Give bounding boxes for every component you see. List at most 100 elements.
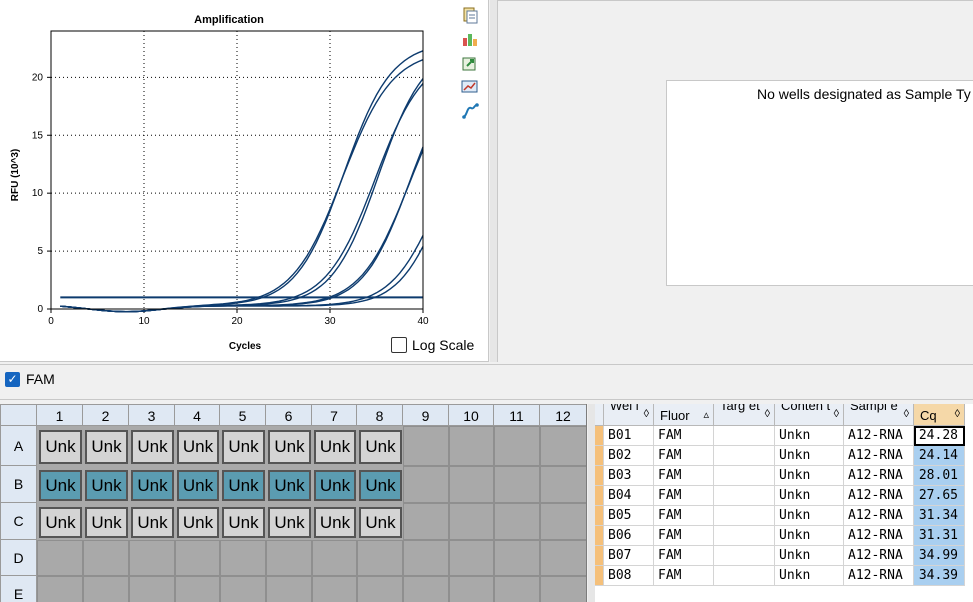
plate-column-header[interactable]: 1	[37, 404, 83, 426]
cell-fluor[interactable]: FAM	[654, 426, 714, 446]
cell-sample[interactable]: A12-RNA	[844, 466, 914, 486]
plate-well[interactable]: Unk	[131, 430, 174, 464]
cell-cq[interactable]: 34.39	[914, 566, 965, 586]
cell-target[interactable]	[714, 466, 775, 486]
cell-fluor[interactable]: FAM	[654, 546, 714, 566]
plate-column-header[interactable]: 11	[494, 404, 540, 426]
cell-content[interactable]: Unkn	[775, 506, 844, 526]
cell-target[interactable]	[714, 566, 775, 586]
plate-well[interactable]: Unk	[268, 470, 311, 501]
log-scale-box[interactable]	[391, 337, 407, 353]
cell-cq[interactable]: 24.28	[914, 426, 965, 446]
plate-well[interactable]	[540, 503, 586, 540]
plate-column-header[interactable]: 8	[357, 404, 403, 426]
cell-fluor[interactable]: FAM	[654, 526, 714, 546]
column-header-target[interactable]: Targ et ◊	[714, 404, 775, 426]
column-header-sample[interactable]: Sampl e ◊	[844, 404, 914, 426]
cell-content[interactable]: Unkn	[775, 426, 844, 446]
cell-content[interactable]: Unkn	[775, 446, 844, 466]
cell-sample[interactable]: A12-RNA	[844, 426, 914, 446]
plate-column-header[interactable]: 10	[449, 404, 494, 426]
plate-well[interactable]: Unk	[314, 507, 356, 538]
cell-fluor[interactable]: FAM	[654, 446, 714, 466]
plate-row-header[interactable]: C	[0, 503, 37, 540]
cell-fluor[interactable]: FAM	[654, 506, 714, 526]
cell-fluor[interactable]: FAM	[654, 466, 714, 486]
plate-well[interactable]: Unk	[177, 430, 219, 464]
plate-well[interactable]	[266, 576, 312, 602]
plate-well[interactable]	[494, 540, 540, 576]
cell-content[interactable]: Unkn	[775, 466, 844, 486]
plate-well[interactable]: Unk	[85, 430, 128, 464]
trace-icon[interactable]	[461, 102, 479, 120]
plate-row-header[interactable]: B	[0, 466, 37, 503]
plate-well[interactable]	[129, 540, 175, 576]
cell-well[interactable]: B01	[604, 426, 654, 446]
plate-well[interactable]	[449, 540, 494, 576]
plate-row-header[interactable]: E	[0, 576, 37, 602]
plate-well[interactable]: Unk	[177, 507, 219, 538]
plate-well[interactable]	[403, 426, 449, 466]
plate-corner[interactable]	[0, 404, 37, 426]
plate-column-header[interactable]: 12	[540, 404, 586, 426]
cell-target[interactable]	[714, 486, 775, 506]
plate-well[interactable]	[83, 576, 129, 602]
cell-well[interactable]: B02	[604, 446, 654, 466]
plate-row-header[interactable]: A	[0, 426, 37, 466]
sort-icon[interactable]: ◊	[834, 408, 839, 420]
cell-target[interactable]	[714, 426, 775, 446]
amplification-curve-1[interactable]	[60, 50, 424, 313]
plate-column-header[interactable]: 6	[266, 404, 312, 426]
column-header-fluor[interactable]: Fluor ▵	[654, 404, 714, 426]
cell-cq[interactable]: 28.01	[914, 466, 965, 486]
cell-target[interactable]	[714, 526, 775, 546]
plate-column-header[interactable]: 7	[312, 404, 357, 426]
table-row[interactable]: B07 FAM Unkn A12-RNA 34.99	[595, 546, 965, 566]
plate-well[interactable]: Unk	[222, 430, 265, 464]
cell-well[interactable]: B05	[604, 506, 654, 526]
plate-well[interactable]: Unk	[314, 470, 356, 501]
plate-column-header[interactable]: 2	[83, 404, 129, 426]
plate-well[interactable]	[220, 576, 266, 602]
plate-well[interactable]	[403, 576, 449, 602]
column-header-well[interactable]: Wel l ◊	[604, 404, 654, 426]
cell-content[interactable]: Unkn	[775, 526, 844, 546]
plate-well[interactable]	[403, 503, 449, 540]
cell-cq[interactable]: 24.14	[914, 446, 965, 466]
plate-well[interactable]: Unk	[85, 470, 128, 501]
cell-target[interactable]	[714, 546, 775, 566]
plate-column-header[interactable]: 5	[220, 404, 266, 426]
plate-well[interactable]	[540, 576, 586, 602]
chart-settings-icon[interactable]	[461, 78, 479, 96]
plate-well[interactable]	[494, 466, 540, 503]
plate-well[interactable]	[220, 540, 266, 576]
cell-well[interactable]: B03	[604, 466, 654, 486]
copy-icon[interactable]	[461, 6, 479, 24]
cell-content[interactable]: Unkn	[775, 486, 844, 506]
table-row[interactable]: B02 FAM Unkn A12-RNA 24.14	[595, 446, 965, 466]
amplification-curve-8[interactable]	[60, 235, 424, 313]
table-row[interactable]: B04 FAM Unkn A12-RNA 27.65	[595, 486, 965, 506]
plate-well[interactable]	[494, 576, 540, 602]
log-scale-checkbox[interactable]: Log Scale	[391, 337, 474, 353]
plate-well[interactable]	[449, 466, 494, 503]
plate-well[interactable]	[83, 540, 129, 576]
plate-well[interactable]: Unk	[39, 507, 82, 538]
plate-well[interactable]	[175, 540, 220, 576]
table-row[interactable]: B08 FAM Unkn A12-RNA 34.39	[595, 566, 965, 586]
cell-sample[interactable]: A12-RNA	[844, 546, 914, 566]
plate-well[interactable]: Unk	[359, 430, 402, 464]
plate-column-header[interactable]: 4	[175, 404, 220, 426]
plate-well[interactable]: Unk	[314, 430, 356, 464]
cell-cq[interactable]: 27.65	[914, 486, 965, 506]
export-icon[interactable]	[461, 30, 479, 48]
check-icon[interactable]: ✓	[5, 371, 20, 387]
plate-well[interactable]	[312, 540, 357, 576]
plate-well[interactable]: Unk	[39, 470, 82, 501]
plate-well[interactable]	[449, 503, 494, 540]
plate-column-header[interactable]: 9	[403, 404, 449, 426]
plate-well[interactable]	[37, 540, 83, 576]
plate-well[interactable]: Unk	[359, 470, 402, 501]
plate-well[interactable]: Unk	[177, 470, 219, 501]
plate-well[interactable]	[449, 576, 494, 602]
